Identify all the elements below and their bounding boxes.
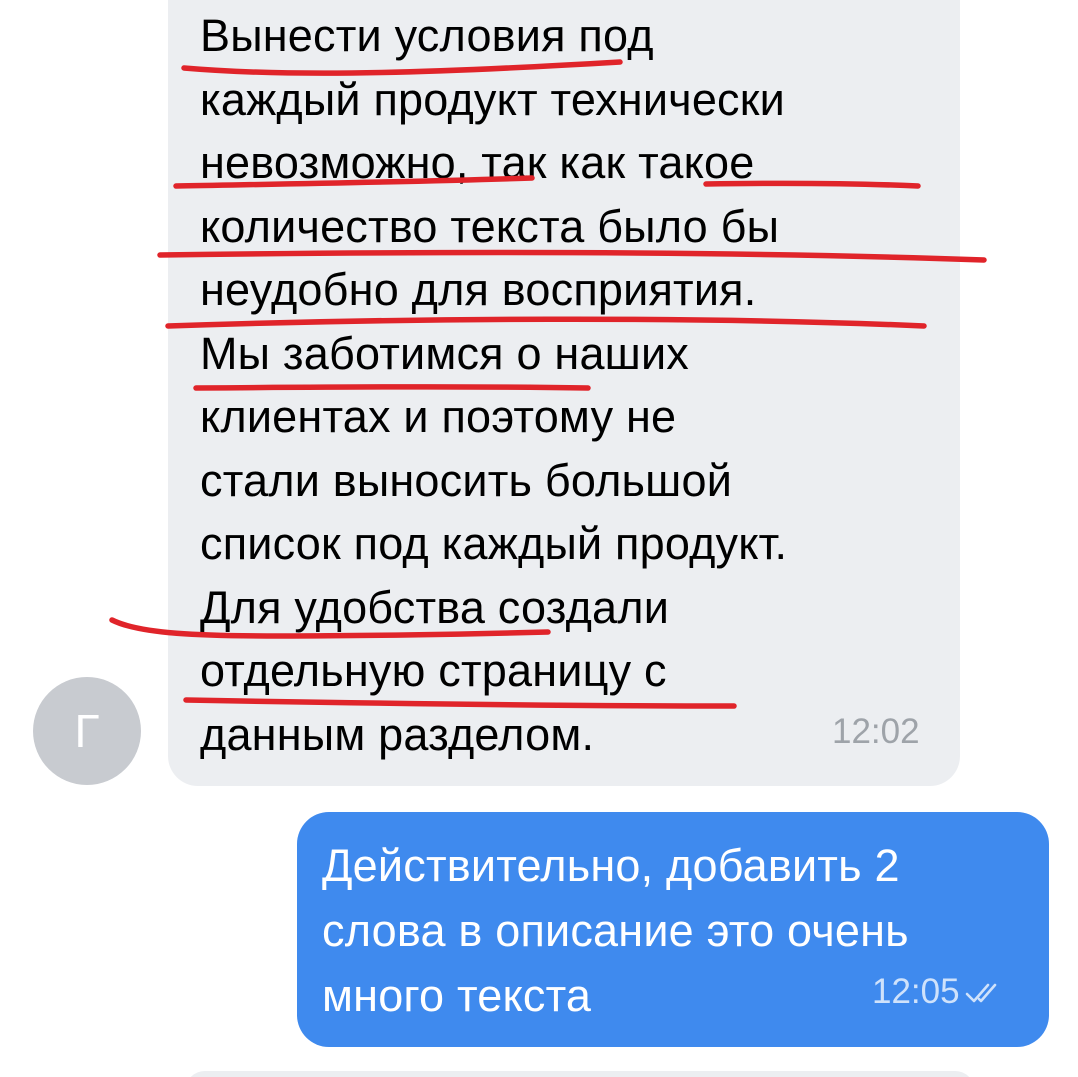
message-line: Вынести условия под (200, 10, 654, 61)
message-line: Действительно, добавить 2 (322, 840, 900, 891)
incoming-message-text: Вынести условия под каждый продукт техни… (200, 4, 940, 766)
message-line: невозможно, так как такое (200, 137, 755, 188)
message-line: клиентах и поэтому не (200, 391, 677, 442)
message-line: неудобно для восприятия. (200, 264, 757, 315)
message-line: список под каждый продукт. (200, 518, 788, 569)
message-line: Мы заботимся о наших (200, 327, 690, 379)
outgoing-message-time: 12:05 (872, 972, 960, 1011)
chat-screen: Вынести условия под каждый продукт техни… (0, 0, 1078, 1077)
next-message-bubble-partial[interactable] (185, 1071, 975, 1077)
message-line: Для удобства создали (200, 581, 670, 633)
message-line: отдельную страницу с (200, 645, 667, 696)
incoming-message-time: 12:02 (832, 712, 920, 751)
message-line: стали выносить большой (200, 454, 733, 506)
message-line: данным разделом. (200, 708, 595, 760)
outgoing-message-meta: 12:05 (872, 972, 1004, 1012)
avatar-letter: Г (74, 705, 100, 757)
message-line: количество текста было бы (200, 200, 780, 252)
message-line: каждый продукт технически (200, 73, 785, 125)
double-check-icon (965, 983, 996, 1003)
message-line: слова в описание это очень (322, 905, 909, 956)
avatar[interactable]: Г (33, 677, 141, 785)
